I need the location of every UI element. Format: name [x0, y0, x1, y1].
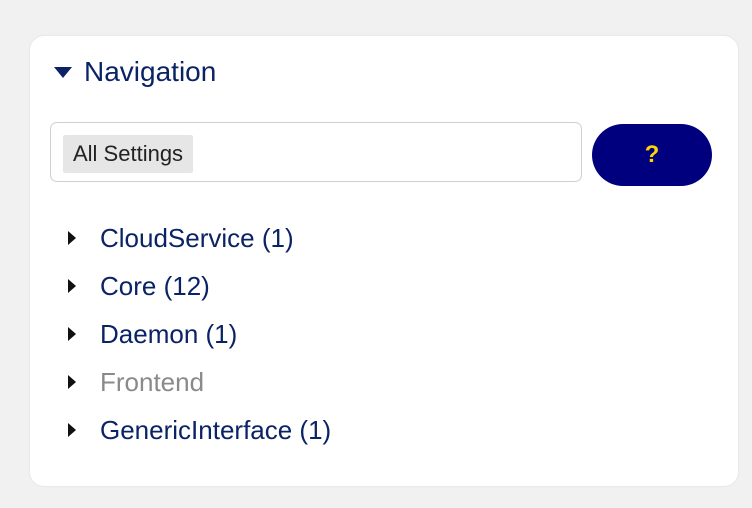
navigation-title: Navigation: [84, 56, 217, 87]
tree-item-core[interactable]: Core (12): [68, 262, 331, 310]
tree-item-frontend[interactable]: Frontend: [68, 358, 331, 406]
tree-item-genericinterface[interactable]: GenericInterface (1): [68, 406, 331, 454]
help-button[interactable]: ?: [592, 124, 712, 186]
settings-category-select[interactable]: All Settings: [50, 122, 582, 182]
caret-right-icon[interactable]: [68, 327, 76, 341]
tree-item-label[interactable]: Daemon (1): [100, 319, 237, 350]
selected-category-chip: All Settings: [63, 135, 194, 173]
navigation-tree: CloudService (1) Core (12) Daemon (1) Fr…: [68, 214, 331, 454]
tree-item-label[interactable]: CloudService (1): [100, 223, 294, 254]
tree-item-daemon[interactable]: Daemon (1): [68, 310, 331, 358]
caret-right-icon[interactable]: [68, 279, 76, 293]
tree-item-label[interactable]: Core (12): [100, 271, 210, 302]
tree-item-cloudservice[interactable]: CloudService (1): [68, 214, 331, 262]
navigation-panel: Navigation All Settings ? CloudService (…: [30, 36, 738, 486]
caret-right-icon[interactable]: [68, 375, 76, 389]
caret-down-icon: [54, 66, 72, 78]
navigation-header[interactable]: Navigation: [54, 56, 216, 88]
caret-right-icon[interactable]: [68, 231, 76, 245]
tree-item-label[interactable]: GenericInterface (1): [100, 415, 331, 446]
caret-right-icon[interactable]: [68, 423, 76, 437]
tree-item-label[interactable]: Frontend: [100, 367, 204, 398]
